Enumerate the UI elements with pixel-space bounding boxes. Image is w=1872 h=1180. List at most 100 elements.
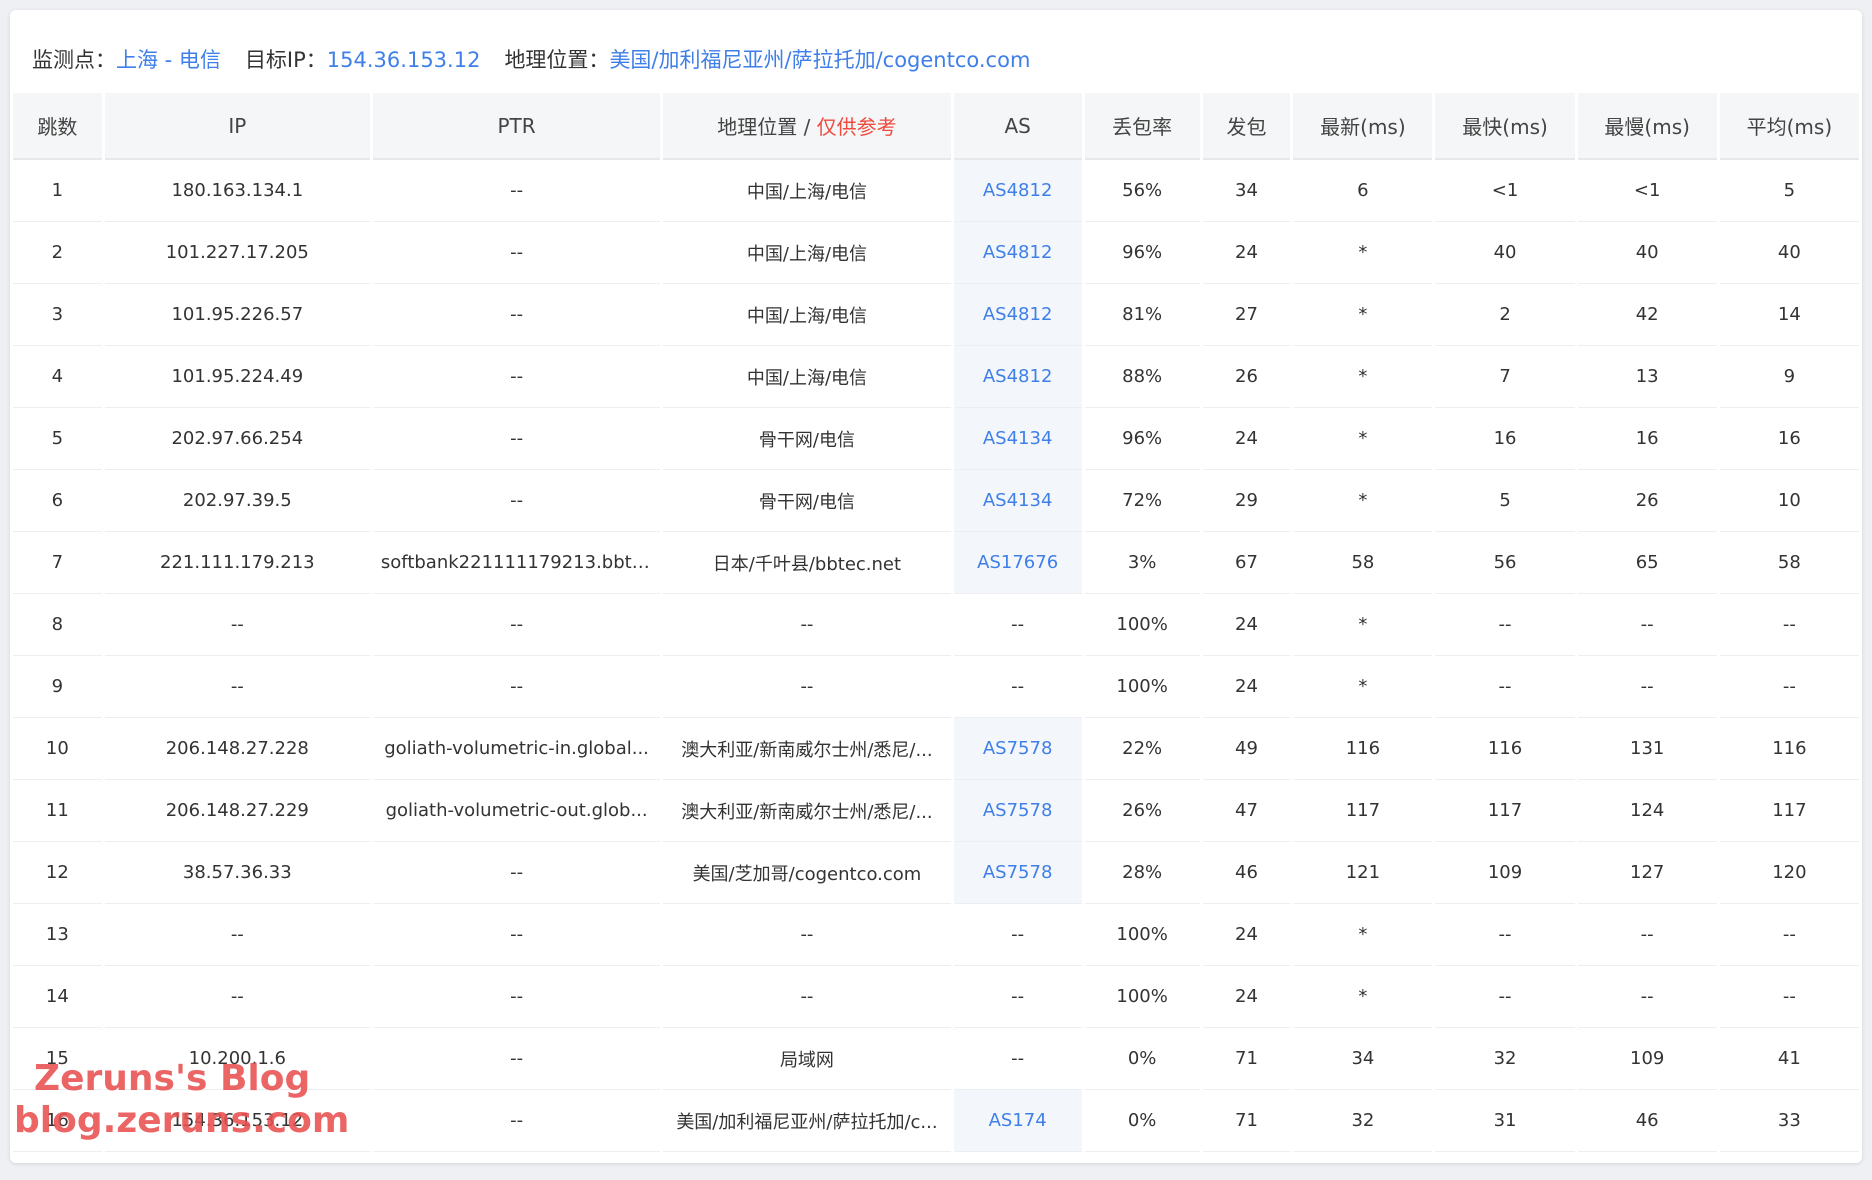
cell-ptr: -- xyxy=(372,842,661,904)
cell-best: 32 xyxy=(1435,1028,1575,1090)
cell-as: -- xyxy=(953,904,1082,966)
table-row: 7 221.111.179.213 softbank221111179213.bbt… xyxy=(13,532,1859,594)
cell-as[interactable]: AS4134 xyxy=(953,470,1082,532)
table-body: 1 180.163.134.1 -- 中国/上海/电信 AS4812 56% 34 6 <1 <1… xyxy=(13,160,1859,1152)
cell-last: * xyxy=(1293,470,1433,532)
col-ip[interactable]: IP xyxy=(104,93,370,160)
cell-best: 109 xyxy=(1435,842,1575,904)
cell-as[interactable]: AS7578 xyxy=(953,718,1082,780)
target-ip-value[interactable]: 154.36.153.12 xyxy=(327,48,481,72)
cell-avg: 16 xyxy=(1719,408,1859,470)
cell-worst: 131 xyxy=(1577,718,1717,780)
cell-sent: 71 xyxy=(1202,1028,1291,1090)
cell-ip: -- xyxy=(104,594,370,656)
cell-worst: 40 xyxy=(1577,222,1717,284)
cell-hop: 7 xyxy=(13,532,102,594)
cell-last: * xyxy=(1293,346,1433,408)
cell-ip: 202.97.66.254 xyxy=(104,408,370,470)
cell-avg: 58 xyxy=(1719,532,1859,594)
geo-value[interactable]: 美国/加利福尼亚州/萨拉托加/cogentco.com xyxy=(609,48,1030,72)
cell-worst: 65 xyxy=(1577,532,1717,594)
col-sent[interactable]: 发包 xyxy=(1202,93,1291,160)
cell-loss: 96% xyxy=(1084,222,1200,284)
cell-loss: 100% xyxy=(1084,656,1200,718)
col-best[interactable]: 最快(ms) xyxy=(1435,93,1575,160)
geo-label: 地理位置： xyxy=(504,48,610,72)
cell-loss: 0% xyxy=(1084,1090,1200,1152)
col-hop[interactable]: 跳数 xyxy=(13,93,102,160)
col-geo-label: 地理位置 / xyxy=(717,115,817,139)
table-row: 12 38.57.36.33 -- 美国/芝加哥/cogentco.com AS7578… xyxy=(13,842,1859,904)
col-geo[interactable]: 地理位置 / 仅供参考 xyxy=(663,93,951,160)
col-ptr[interactable]: PTR xyxy=(372,93,661,160)
table-row: 2 101.227.17.205 -- 中国/上海/电信 AS4812 96% 24 * 40 4… xyxy=(13,222,1859,284)
cell-avg: 14 xyxy=(1719,284,1859,346)
cell-last: * xyxy=(1293,656,1433,718)
cell-worst: 46 xyxy=(1577,1090,1717,1152)
cell-avg: 33 xyxy=(1719,1090,1859,1152)
cell-loss: 88% xyxy=(1084,346,1200,408)
cell-geo: -- xyxy=(663,594,951,656)
cell-ptr: -- xyxy=(372,160,661,222)
cell-avg: -- xyxy=(1719,594,1859,656)
cell-sent: 67 xyxy=(1202,532,1291,594)
cell-worst: 42 xyxy=(1577,284,1717,346)
cell-hop: 13 xyxy=(13,904,102,966)
cell-best: 16 xyxy=(1435,408,1575,470)
cell-best: 116 xyxy=(1435,718,1575,780)
cell-worst: 16 xyxy=(1577,408,1717,470)
cell-best: 40 xyxy=(1435,222,1575,284)
cell-last: 121 xyxy=(1293,842,1433,904)
cell-best: 31 xyxy=(1435,1090,1575,1152)
cell-as[interactable]: AS4812 xyxy=(953,160,1082,222)
cell-as[interactable]: AS7578 xyxy=(953,842,1082,904)
table-row: 1 180.163.134.1 -- 中国/上海/电信 AS4812 56% 34 6 <1 <1… xyxy=(13,160,1859,222)
col-as[interactable]: AS xyxy=(953,93,1082,160)
table-row: 6 202.97.39.5 -- 骨干网/电信 AS4134 72% 29 * 5 26 10 xyxy=(13,470,1859,532)
cell-as[interactable]: AS4812 xyxy=(953,222,1082,284)
cell-sent: 34 xyxy=(1202,160,1291,222)
cell-geo: 骨干网/电信 xyxy=(663,408,951,470)
cell-avg: -- xyxy=(1719,966,1859,1028)
cell-best: -- xyxy=(1435,904,1575,966)
cell-hop: 12 xyxy=(13,842,102,904)
cell-loss: 100% xyxy=(1084,594,1200,656)
cell-loss: 56% xyxy=(1084,160,1200,222)
cell-geo: 中国/上海/电信 xyxy=(663,346,951,408)
cell-sent: 24 xyxy=(1202,594,1291,656)
cell-ip: -- xyxy=(104,656,370,718)
cell-worst: 26 xyxy=(1577,470,1717,532)
cell-sent: 27 xyxy=(1202,284,1291,346)
cell-ptr: -- xyxy=(372,966,661,1028)
cell-ip: 202.97.39.5 xyxy=(104,470,370,532)
cell-geo: 澳大利亚/新南威尔士州/悉尼/... xyxy=(663,780,951,842)
table-row: 3 101.95.226.57 -- 中国/上海/电信 AS4812 81% 27 * 2 42 1… xyxy=(13,284,1859,346)
cell-ptr: -- xyxy=(372,1090,661,1152)
cell-ip: 38.57.36.33 xyxy=(104,842,370,904)
cell-last: * xyxy=(1293,284,1433,346)
cell-last: 32 xyxy=(1293,1090,1433,1152)
cell-geo: -- xyxy=(663,656,951,718)
col-last[interactable]: 最新(ms) xyxy=(1293,93,1433,160)
monitor-value[interactable]: 上海 - 电信 xyxy=(116,48,221,72)
cell-as[interactable]: AS7578 xyxy=(953,780,1082,842)
cell-as[interactable]: AS4812 xyxy=(953,284,1082,346)
cell-loss: 72% xyxy=(1084,470,1200,532)
col-loss[interactable]: 丢包率 xyxy=(1084,93,1200,160)
cell-worst: <1 xyxy=(1577,160,1717,222)
cell-sent: 49 xyxy=(1202,718,1291,780)
col-avg[interactable]: 平均(ms) xyxy=(1719,93,1859,160)
cell-as[interactable]: AS17676 xyxy=(953,532,1082,594)
cell-as[interactable]: AS4812 xyxy=(953,346,1082,408)
cell-sent: 24 xyxy=(1202,408,1291,470)
cell-ip: 101.227.17.205 xyxy=(104,222,370,284)
cell-hop: 15 xyxy=(13,1028,102,1090)
cell-loss: 100% xyxy=(1084,904,1200,966)
cell-ptr: -- xyxy=(372,470,661,532)
traceroute-table: 跳数 IP PTR 地理位置 / 仅供参考 AS 丢包率 发包 最新(ms) 最… xyxy=(10,93,1862,1152)
cell-as[interactable]: AS4134 xyxy=(953,408,1082,470)
col-worst[interactable]: 最慢(ms) xyxy=(1577,93,1717,160)
cell-as[interactable]: AS174 xyxy=(953,1090,1082,1152)
cell-ip: -- xyxy=(104,966,370,1028)
probe-info-bar: 监测点：上海 - 电信 目标IP：154.36.153.12 地理位置：美国/加利福… xyxy=(32,44,1030,74)
